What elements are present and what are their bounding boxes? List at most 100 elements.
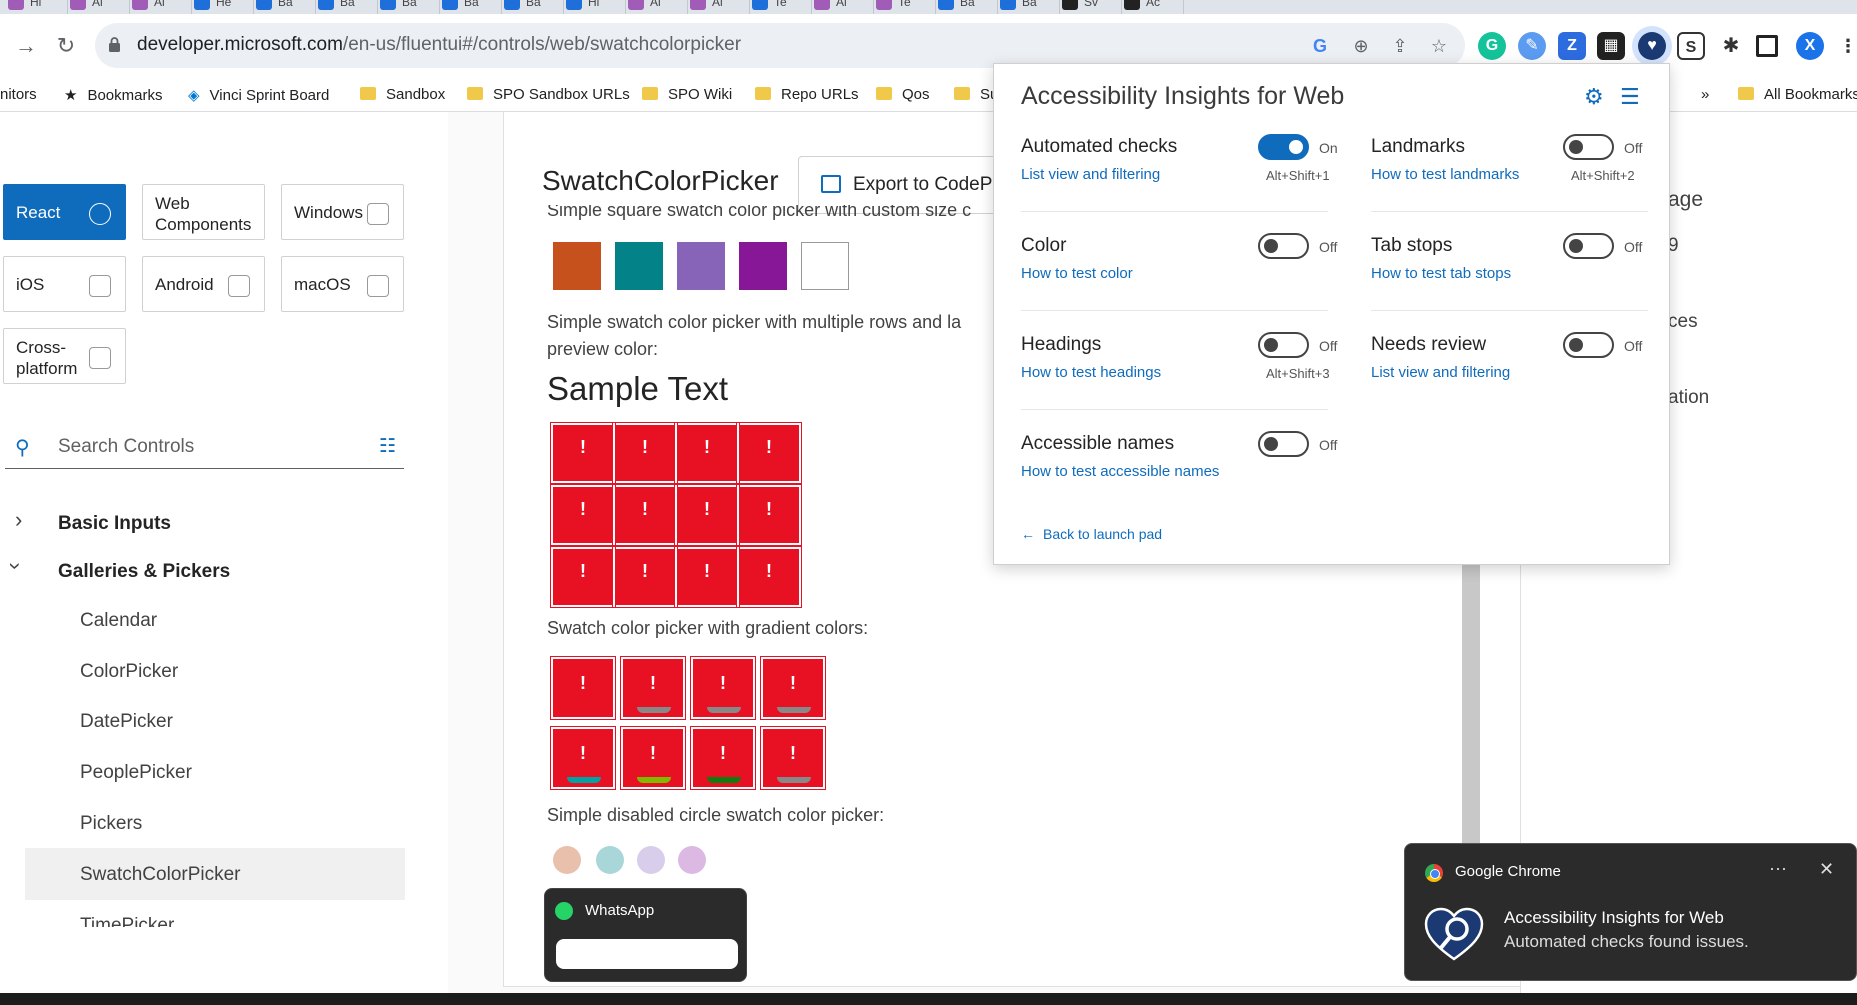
platform-cross-platform[interactable]: Cross-platform [3, 328, 126, 384]
profile-avatar[interactable]: X [1796, 32, 1824, 60]
swatch-cell-error[interactable]: ! [550, 484, 616, 546]
browser-tab[interactable]: Sv [1054, 0, 1122, 14]
hamburger-menu-icon[interactable]: ☰ [1620, 84, 1640, 110]
swatch-cell-error[interactable]: ! [612, 546, 678, 608]
browser-tab[interactable]: Ba [434, 0, 502, 14]
bookmark-folder[interactable]: SPO Wiki [642, 86, 732, 103]
extension-s-icon[interactable]: S [1677, 32, 1705, 60]
browser-tab[interactable]: Te [744, 0, 812, 14]
bookmark-item[interactable]: ★ Bookmarks [64, 86, 162, 104]
toggle-automated-checks[interactable] [1258, 134, 1309, 160]
chevron-down-icon[interactable]: › [3, 562, 29, 569]
gradient-swatch-cell-error[interactable]: ! [760, 656, 826, 720]
extension-mask-icon[interactable]: ▦ [1597, 32, 1625, 60]
gradient-swatch-cell-error[interactable]: ! [620, 726, 686, 790]
ai-item-link[interactable]: How to test headings [1021, 364, 1161, 381]
gradient-swatch-cell-error[interactable]: ! [760, 726, 826, 790]
extension-z-icon[interactable]: Z [1558, 32, 1586, 60]
bookmarks-overflow-button[interactable]: » [1701, 86, 1709, 103]
platform-web-components[interactable]: Web Components [142, 184, 265, 240]
whatsapp-message-box[interactable] [556, 939, 738, 969]
list-view-icon[interactable]: ☷ [379, 435, 396, 458]
browser-tab[interactable]: Hi [0, 0, 68, 14]
gradient-swatch-cell-error[interactable]: ! [690, 656, 756, 720]
bookmark-folder[interactable]: Su [954, 86, 998, 103]
reload-icon[interactable]: ↻ [52, 32, 80, 60]
zoom-icon[interactable]: ⊕ [1349, 34, 1373, 58]
ai-item-link[interactable]: List view and filtering [1371, 364, 1510, 381]
forward-icon[interactable]: → [12, 32, 40, 60]
platform-windows[interactable]: Windows [281, 184, 404, 240]
extension-feather-icon[interactable]: ✎ [1518, 32, 1546, 60]
bookmark-folder[interactable]: Qos [876, 86, 930, 103]
toggle-tab-stops[interactable] [1563, 233, 1614, 259]
browser-tab[interactable]: Ai [620, 0, 688, 14]
bookmark-star-icon[interactable]: ☆ [1427, 34, 1451, 58]
grammarly-icon[interactable]: G [1478, 32, 1506, 60]
tree-item-calendar[interactable]: Calendar [80, 610, 157, 632]
swatch-cell-error[interactable]: ! [674, 422, 740, 484]
platform-android[interactable]: Android [142, 256, 265, 312]
browser-tab[interactable]: Ba [310, 0, 378, 14]
toggle-headings[interactable] [1258, 332, 1309, 358]
tree-item-datepicker[interactable]: DatePicker [80, 711, 173, 733]
browser-tab[interactable]: Ai [124, 0, 192, 14]
tree-item-peoplepicker[interactable]: PeoplePicker [80, 762, 192, 784]
browser-tab[interactable]: Ai [62, 0, 130, 14]
browser-tab[interactable]: Ba [372, 0, 440, 14]
bookmark-item[interactable]: nitors [0, 86, 37, 103]
back-to-launch-pad-link[interactable]: ← Back to launch pad [1021, 526, 1162, 542]
chrome-menu-icon[interactable]: ⋮ [1834, 32, 1857, 60]
google-icon[interactable]: G [1308, 34, 1332, 58]
toggle-landmarks[interactable] [1563, 134, 1614, 160]
swatch-cell-error[interactable]: ! [736, 422, 802, 484]
ai-item-link[interactable]: How to test color [1021, 265, 1133, 282]
gradient-swatch-cell-error[interactable]: ! [690, 726, 756, 790]
swatch-cell[interactable] [801, 242, 849, 290]
swatch-cell-error[interactable]: ! [674, 484, 740, 546]
chevron-right-icon[interactable]: › [15, 507, 22, 533]
tree-item-swatchcolorpicker[interactable]: SwatchColorPicker [80, 864, 241, 886]
close-icon[interactable]: ✕ [1819, 859, 1834, 880]
ai-item-link[interactable]: How to test accessible names [1021, 463, 1219, 480]
browser-tab[interactable]: He [186, 0, 254, 14]
browser-tab[interactable]: Ba [248, 0, 316, 14]
bookmark-folder[interactable]: SPO Sandbox URLs [467, 86, 630, 103]
tree-item-timepicker[interactable]: TimePicker [80, 915, 174, 927]
swatch-cell[interactable] [553, 242, 601, 290]
swatch-cell-error[interactable]: ! [550, 546, 616, 608]
swatch-cell[interactable] [615, 242, 663, 290]
toggle-color[interactable] [1258, 233, 1309, 259]
platform-react[interactable]: React [3, 184, 126, 240]
swatch-cell[interactable] [739, 242, 787, 290]
chrome-notification-toast[interactable]: Google Chrome ··· ✕ Accessibility Insigh… [1404, 843, 1857, 981]
share-icon[interactable]: ⇪ [1388, 34, 1412, 58]
more-options-icon[interactable]: ··· [1769, 858, 1787, 879]
gradient-swatch-cell-error[interactable]: ! [550, 726, 616, 790]
gradient-swatch-cell-error[interactable]: ! [550, 656, 616, 720]
browser-tab[interactable]: Ac [1116, 0, 1184, 14]
search-input[interactable]: Search Controls [58, 436, 194, 458]
tree-item-pickers[interactable]: Pickers [80, 813, 142, 835]
tree-category-galleries-pickers[interactable]: Galleries & Pickers [58, 561, 230, 583]
browser-tab[interactable]: Hi [558, 0, 626, 14]
browser-tab[interactable]: Ai [806, 0, 874, 14]
swatch-cell-error[interactable]: ! [674, 546, 740, 608]
swatch-cell-error[interactable]: ! [550, 422, 616, 484]
swatch-cell-error[interactable]: ! [736, 546, 802, 608]
swatch-cell-error[interactable]: ! [612, 484, 678, 546]
swatch-cell-error[interactable]: ! [612, 422, 678, 484]
bookmark-folder[interactable]: Sandbox [360, 86, 445, 103]
gradient-swatch-cell-error[interactable]: ! [620, 656, 686, 720]
browser-tab[interactable]: Ba [496, 0, 564, 14]
ai-item-link[interactable]: List view and filtering [1021, 166, 1160, 183]
all-bookmarks[interactable]: All Bookmarks [1738, 86, 1857, 103]
bookmark-item[interactable]: ◈ Vinci Sprint Board [188, 86, 329, 104]
gear-icon[interactable]: ⚙ [1584, 84, 1604, 110]
extensions-puzzle-icon[interactable]: ✱ [1717, 32, 1745, 60]
whatsapp-popup[interactable]: WhatsApp [544, 888, 747, 982]
address-bar[interactable]: developer.microsoft.com/en-us/fluentui#/… [95, 23, 1465, 68]
ai-item-link[interactable]: How to test tab stops [1371, 265, 1511, 282]
toggle-needs-review[interactable] [1563, 332, 1614, 358]
bookmark-folder[interactable]: Repo URLs [755, 86, 859, 103]
